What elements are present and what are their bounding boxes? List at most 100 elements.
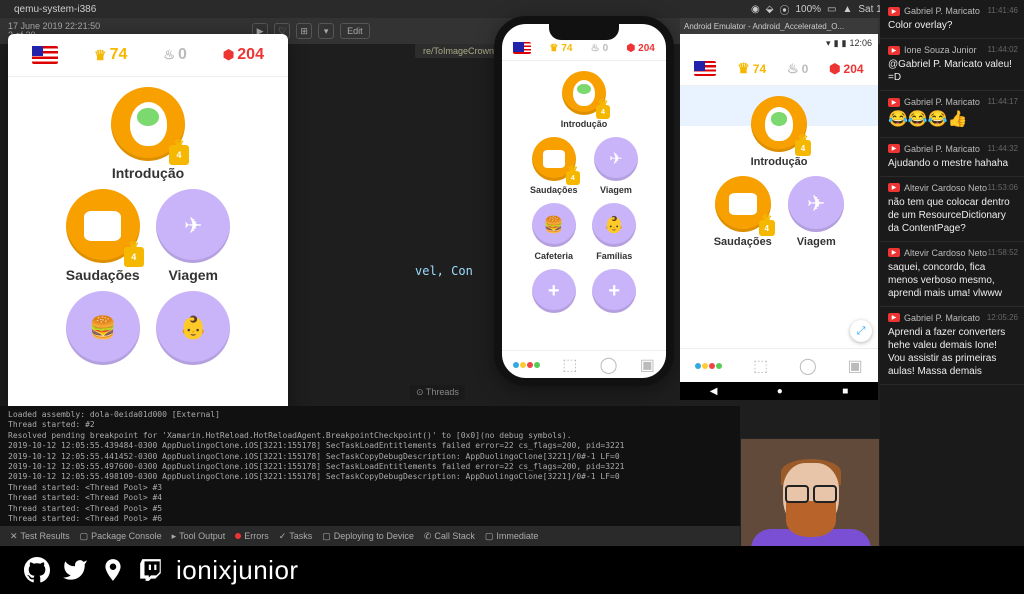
skill-saudacoes[interactable]: 4 Saudações xyxy=(66,189,140,283)
tab-learn[interactable] xyxy=(513,362,540,368)
fab-button[interactable]: ⤢ xyxy=(850,320,872,342)
down-button[interactable]: ▾ xyxy=(318,23,334,39)
streak-stat[interactable]: ♨0 xyxy=(787,61,808,77)
location-icon xyxy=(100,557,126,583)
skill-locked[interactable]: + xyxy=(532,269,576,317)
android-emulator-window: Android Emulator - Android_Accelerated_O… xyxy=(680,18,878,400)
tab-profile[interactable]: ◯ xyxy=(600,355,618,375)
crowns-stat[interactable]: ♛74 xyxy=(94,46,127,64)
tab-shop[interactable]: ▣ xyxy=(640,355,655,375)
gem-icon: ⬢ xyxy=(223,47,234,63)
skill-viagem[interactable]: ✈ Viagem xyxy=(156,189,230,283)
battery-icon: ▮ xyxy=(842,38,847,49)
threads-panel-header[interactable]: ⊙ Threads xyxy=(410,385,465,400)
status-immediate[interactable]: ▢ Immediate xyxy=(485,531,539,542)
status-package-console[interactable]: ▢ Package Console xyxy=(80,531,162,542)
gems-stat[interactable]: ⬢204 xyxy=(626,43,654,54)
android-statusbar: ▾ ▮ ▮ 12:06 xyxy=(680,34,878,52)
status-tasks[interactable]: ✓ Tasks xyxy=(279,531,313,542)
status-test-results[interactable]: ✕ Test Results xyxy=(10,531,70,542)
crowns-stat[interactable]: ♛74 xyxy=(549,43,572,54)
mac-menubar: qemu-system-i386 ◉ ⬙ ⦿ 100% ▭ ▲ Sat 12 O… xyxy=(0,0,1024,18)
crown-badge: 4 xyxy=(169,145,189,165)
crown-badge: 4 xyxy=(124,247,144,267)
crowns-stat[interactable]: ♛74 xyxy=(737,60,766,77)
term-line: 2019-10-12 12:05:55.497600-0300 AppDuoli… xyxy=(8,462,732,472)
gems-stat[interactable]: ⬢204 xyxy=(829,61,863,77)
flag-icon[interactable] xyxy=(32,46,58,64)
skill-cafeteria[interactable]: 🍔Cafeteria xyxy=(532,203,576,261)
baby-icon: 👶 xyxy=(180,315,207,341)
term-line: 2019-10-12 12:05:55.498109-0300 AppDuoli… xyxy=(8,472,732,482)
output-terminal[interactable]: Loaded assembly: dola-0eida01d000 [Exter… xyxy=(0,406,740,526)
chat-message: ▶Gabriel P. Maricato12:05:26Aprendi a fa… xyxy=(880,307,1024,385)
chat-body: Color overlay? xyxy=(888,19,1016,32)
skill-viagem[interactable]: ✈Viagem xyxy=(594,137,638,195)
term-line: Resolved pending breakpoint for 'Xamarin… xyxy=(8,431,732,441)
nav-recent[interactable]: ■ xyxy=(842,386,848,397)
streak-stat[interactable]: ♨0 xyxy=(163,46,187,64)
streak-stat[interactable]: ♨0 xyxy=(591,43,609,54)
status-deploying[interactable]: ▢ Deploying to Device xyxy=(322,531,414,542)
term-line: Thread started: <Thread Pool> #5 xyxy=(8,504,732,514)
chat-message: ▶Altevir Cardoso Neto11:58:52saquei, con… xyxy=(880,242,1024,307)
tab-shop[interactable]: ▣ xyxy=(847,356,862,376)
chat-message: ▶Ione Souza Junior11:44:02@Gabriel P. Ma… xyxy=(880,39,1024,91)
skill-familias[interactable]: 👶Famílias xyxy=(592,203,636,261)
tab-stories[interactable]: ⬚ xyxy=(562,355,577,375)
skill-locked[interactable]: + xyxy=(592,269,636,317)
flag-icon[interactable] xyxy=(694,61,716,76)
youtube-icon: ▶ xyxy=(888,144,900,153)
presenter: iOS& xyxy=(771,459,851,559)
live-chat-panel[interactable]: ▶Gabriel P. Maricato11:41:46Color overla… xyxy=(880,0,1024,546)
skill-intro[interactable]: 4Introdução xyxy=(751,96,808,168)
status-call-stack[interactable]: ✆ Call Stack xyxy=(424,531,475,542)
term-line: Thread started: <Thread Pool> #6 xyxy=(8,514,732,524)
tab-bar: ⬚ ◯ ▣ xyxy=(502,350,666,378)
flag-icon[interactable] xyxy=(513,42,531,54)
chat-body: não tem que colocar dentro de um Resourc… xyxy=(888,196,1016,235)
youtube-icon: ▶ xyxy=(888,46,900,55)
skill-intro[interactable]: 4 Introdução xyxy=(111,87,185,181)
skills-area[interactable]: 4 Introdução 4 Saudações ✈ Viagem 🍔 xyxy=(8,77,288,379)
battery-pct: 100% xyxy=(795,4,821,15)
crown-icon: ♛ xyxy=(94,47,107,64)
duo-header: ♛74 ♨0 ⬢204 xyxy=(8,34,288,77)
code-text: vel, Con xyxy=(415,264,473,278)
ide-workspace: 17 June 2019 22:21:50 2 of 20 ▶ ♡ ⊞ ▾ Ed… xyxy=(0,18,880,546)
ios-simulator: ♛74 ♨0 ⬢204 4Introdução 4Saudações ✈Viag… xyxy=(494,16,674,386)
nav-back[interactable]: ◀ xyxy=(710,386,718,397)
chat-body: @Gabriel P. Maricato valeu! =D xyxy=(888,58,1016,84)
wifi-signal-icon[interactable]: ▲ xyxy=(842,4,852,15)
tab-learn[interactable] xyxy=(695,363,722,369)
skill-viagem[interactable]: ✈Viagem xyxy=(788,176,844,248)
tab-bar: ⬚ ◯ ▣ xyxy=(680,348,878,382)
youtube-icon: ▶ xyxy=(888,7,900,16)
tab-profile[interactable]: ◯ xyxy=(799,356,817,376)
chat-body: saquei, concordo, fica menos verboso mes… xyxy=(888,261,1016,300)
skill-saudacoes[interactable]: 4Saudações xyxy=(530,137,578,195)
github-icon xyxy=(24,557,50,583)
skill-familias[interactable]: 👶 xyxy=(156,291,230,369)
nav-home[interactable]: ● xyxy=(777,386,783,397)
youtube-icon: ▶ xyxy=(888,313,900,322)
status-tool-output[interactable]: ▸ Tool Output xyxy=(172,531,226,542)
status-errors[interactable]: Errors xyxy=(235,531,269,541)
skill-intro[interactable]: 4Introdução xyxy=(561,71,608,129)
chat-message: ▶Gabriel P. Maricato11:44:32Ajudando o m… xyxy=(880,138,1024,177)
dropbox-icon[interactable]: ⬙ xyxy=(766,4,774,15)
edit-button[interactable]: Edit xyxy=(340,23,370,39)
obs-icon[interactable]: ◉ xyxy=(751,4,760,15)
design-preview-window: ♛74 ♨0 ⬢204 4 Introdução 4 Saudações ✈ V… xyxy=(8,34,288,444)
battery-icon: ▭ xyxy=(827,4,836,15)
menubar-app-name[interactable]: qemu-system-i386 xyxy=(14,4,96,15)
tab-stories[interactable]: ⬚ xyxy=(753,356,768,376)
tool-button[interactable]: ⊞ xyxy=(296,23,312,39)
burger-icon: 🍔 xyxy=(89,315,116,341)
skill-saudacoes[interactable]: 4Saudações xyxy=(714,176,772,248)
chat-message: ▶Gabriel P. Maricato11:41:46Color overla… xyxy=(880,0,1024,39)
gems-stat[interactable]: ⬢204 xyxy=(223,46,264,64)
skill-cafeteria[interactable]: 🍔 xyxy=(66,291,140,369)
wifi-icon[interactable]: ⦿ xyxy=(779,2,789,17)
chat-body: Ajudando o mestre hahaha xyxy=(888,157,1016,170)
